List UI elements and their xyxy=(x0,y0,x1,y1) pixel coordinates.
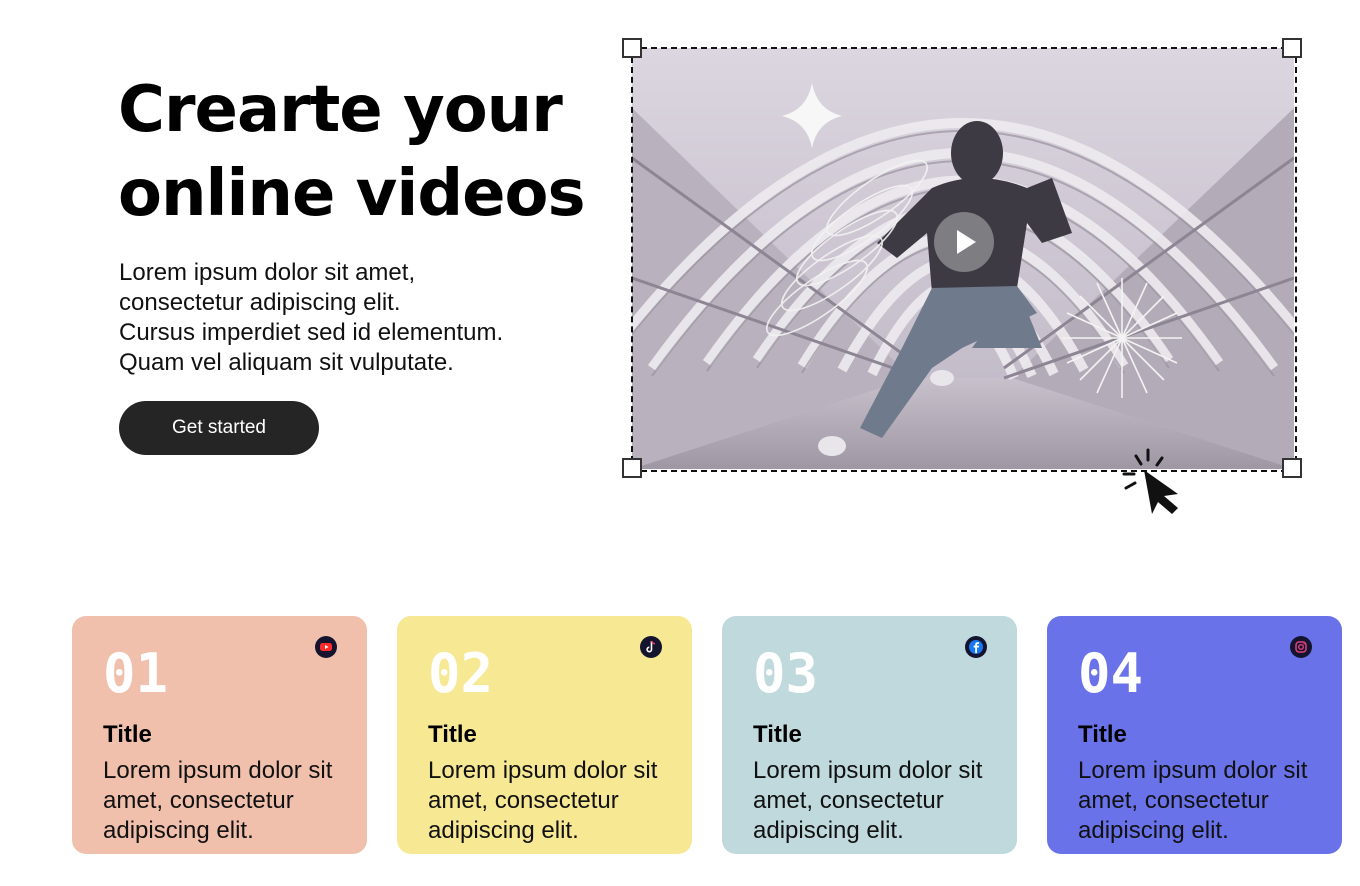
facebook-icon[interactable] xyxy=(965,636,987,658)
hero-description-line: Lorem ipsum dolor sit amet, xyxy=(119,259,416,286)
resize-handle-bottom-right[interactable] xyxy=(1282,458,1302,478)
hero-description: Lorem ipsum dolor sit amet, consectetur … xyxy=(119,258,559,378)
hero-title-line: online videos xyxy=(118,157,586,231)
card-body: Lorem ipsum dolor sit amet, consectetur … xyxy=(753,757,983,844)
hero-description-line: Quam vel aliquam sit vulputate. xyxy=(119,349,454,376)
tiktok-icon[interactable] xyxy=(640,636,662,658)
instagram-icon[interactable] xyxy=(1290,636,1312,658)
hero-description-line: Cursus imperdiet sed id elementum. xyxy=(119,319,504,346)
feature-card: 03 Title Lorem ipsum dolor sit amet, con… xyxy=(722,616,1017,854)
card-body: Lorem ipsum dolor sit amet, consectetur … xyxy=(428,757,658,844)
card-number: 04 xyxy=(1078,642,1144,705)
resize-handle-top-left[interactable] xyxy=(622,38,642,58)
hero-title-line: Crearte your xyxy=(118,73,563,147)
get-started-button[interactable]: Get started xyxy=(119,401,319,455)
card-title: Title xyxy=(1078,721,1127,748)
play-icon xyxy=(957,230,976,254)
card-body: Lorem ipsum dolor sit amet, consectetur … xyxy=(1078,757,1308,844)
hero-title: Crearte your online videos xyxy=(118,68,588,236)
card-title: Title xyxy=(103,721,152,748)
cursor-click-icon xyxy=(1118,448,1188,523)
card-title: Title xyxy=(428,721,477,748)
card-number: 03 xyxy=(753,642,819,705)
hero-description-line: consectetur adipiscing elit. xyxy=(119,289,401,316)
card-number: 02 xyxy=(428,642,494,705)
card-number: 01 xyxy=(103,642,169,705)
resize-handle-top-right[interactable] xyxy=(1282,38,1302,58)
card-title: Title xyxy=(753,721,802,748)
feature-card: 02 Title Lorem ipsum dolor sit amet, con… xyxy=(397,616,692,854)
resize-handle-bottom-left[interactable] xyxy=(622,458,642,478)
play-button[interactable] xyxy=(934,212,994,272)
card-body: Lorem ipsum dolor sit amet, consectetur … xyxy=(103,757,333,844)
youtube-icon[interactable] xyxy=(315,636,337,658)
feature-card: 01 Title Lorem ipsum dolor sit amet, con… xyxy=(72,616,367,854)
feature-card: 04 Title Lorem ipsum dolor sit amet, con… xyxy=(1047,616,1342,854)
